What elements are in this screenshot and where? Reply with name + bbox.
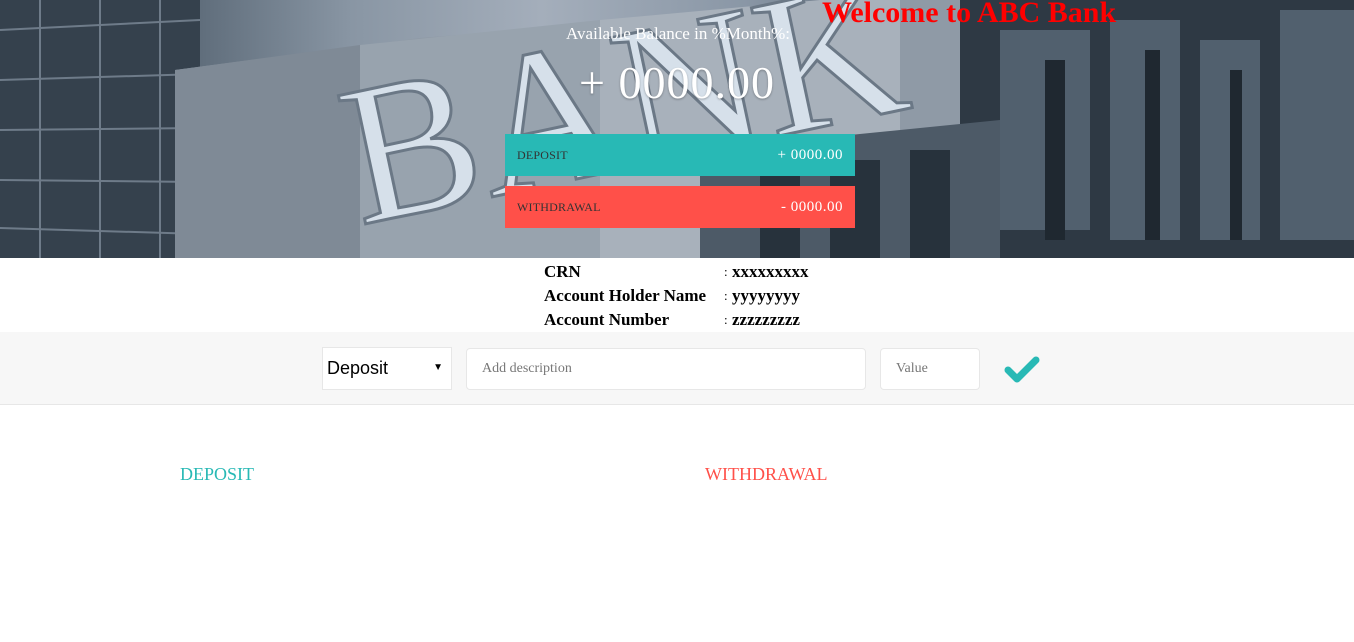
withdrawal-summary-value: - 0000.00 (781, 198, 843, 215)
checkmark-icon (1004, 356, 1040, 383)
available-balance-label: Available Balance in %Month%: (566, 24, 790, 43)
crn-label: CRN (544, 262, 581, 281)
value-input[interactable] (880, 348, 980, 390)
available-balance-value: + 0000.00 (579, 57, 775, 108)
transaction-type-select[interactable]: Deposit ▼ (322, 347, 452, 390)
withdrawal-summary: WITHDRAWAL - 0000.00 (505, 186, 855, 228)
holder-row: Account Holder Name : yyyyyyyy (544, 284, 809, 308)
hero-banner: BANK Welcome to ABC Bank Available Balan… (0, 0, 1354, 258)
transaction-type-selected: Deposit (327, 358, 389, 378)
account-number-row: Account Number : zzzzzzzzz (544, 308, 809, 332)
crn-value: xxxxxxxxx (732, 262, 809, 281)
withdrawal-list-title: WITHDRAWAL (705, 464, 828, 484)
holder-separator: : (724, 288, 728, 303)
description-input[interactable] (466, 348, 866, 390)
holder-label: Account Holder Name (544, 286, 707, 305)
deposit-list-title: DEPOSIT (180, 464, 255, 484)
crn-separator: : (724, 264, 728, 279)
crn-row: CRN : xxxxxxxxx (544, 260, 809, 284)
dropdown-arrow-icon: ▼ (433, 362, 443, 373)
account-info: CRN : xxxxxxxxx Account Holder Name : yy… (544, 260, 809, 332)
add-transaction-bar: Deposit ▼ (0, 332, 1354, 405)
account-number-label: Account Number (544, 310, 670, 329)
deposit-summary: DEPOSIT + 0000.00 (505, 134, 855, 176)
deposit-summary-value: + 0000.00 (777, 146, 843, 163)
withdrawal-summary-label: WITHDRAWAL (517, 199, 601, 214)
account-number-value: zzzzzzzzz (732, 310, 800, 329)
deposit-summary-label: DEPOSIT (517, 147, 568, 162)
add-transaction-button[interactable] (1002, 354, 1042, 386)
holder-value: yyyyyyyy (732, 286, 800, 305)
account-number-separator: : (724, 312, 728, 327)
